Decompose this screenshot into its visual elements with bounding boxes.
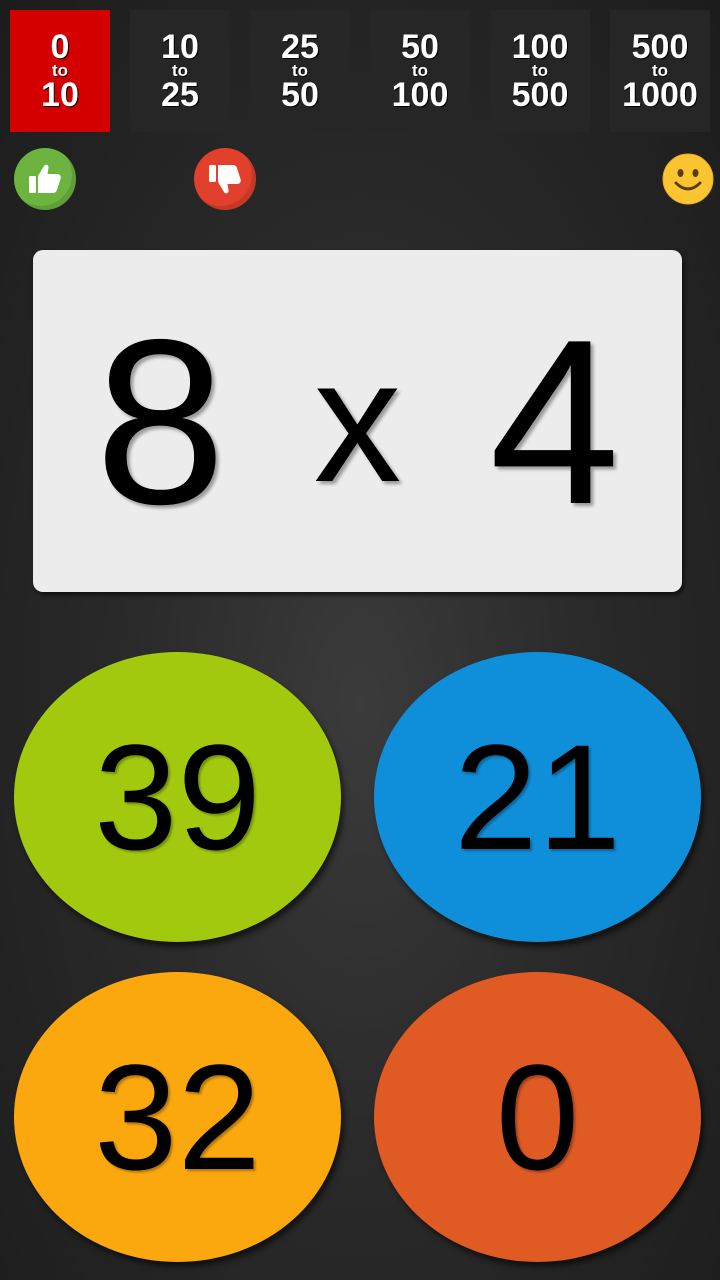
answer-value: 32 [94,1032,261,1201]
question-card: 8 x 4 [33,250,682,592]
answer-value: 39 [94,712,261,881]
range-selector: 0 to 10 10 to 25 25 to 50 50 to 100 100 … [0,0,720,140]
smiley-icon[interactable] [662,153,714,205]
question-operator: x [313,323,402,519]
answer-value: 21 [454,712,621,881]
answer-value: 0 [495,1032,580,1201]
answer-option-2[interactable]: 21 [374,652,701,942]
answer-option-4[interactable]: 0 [374,972,701,1262]
range-to: 50 [281,76,319,114]
answer-option-1[interactable]: 39 [14,652,341,942]
thumbs-down-icon [209,165,241,194]
range-from: 25 [281,28,319,66]
range-to: 100 [391,76,449,114]
range-tab-25-50[interactable]: 25 to 50 [250,10,350,132]
question-left-operand: 8 [95,289,226,553]
range-tab-10-25[interactable]: 10 to 25 [130,10,230,132]
range-from: 50 [401,28,439,66]
range-tab-0-10[interactable]: 0 to 10 [10,10,110,132]
range-from: 0 [50,28,70,66]
range-to: 25 [161,76,199,114]
thumbs-up-icon [29,164,61,193]
range-tab-100-500[interactable]: 100 to 500 [490,10,590,132]
range-tab-50-100[interactable]: 50 to 100 [370,10,470,132]
range-from: 500 [631,28,689,66]
thumbs-up-button[interactable] [14,148,76,210]
question-right-operand: 4 [489,289,620,553]
range-to: 1000 [622,76,698,114]
range-to: 500 [511,76,569,114]
answer-option-3[interactable]: 32 [14,972,341,1262]
range-to: 10 [41,76,79,114]
range-from: 10 [161,28,199,66]
range-from: 100 [511,28,569,66]
thumbs-down-button[interactable] [194,148,256,210]
range-tab-500-1000[interactable]: 500 to 1000 [610,10,710,132]
